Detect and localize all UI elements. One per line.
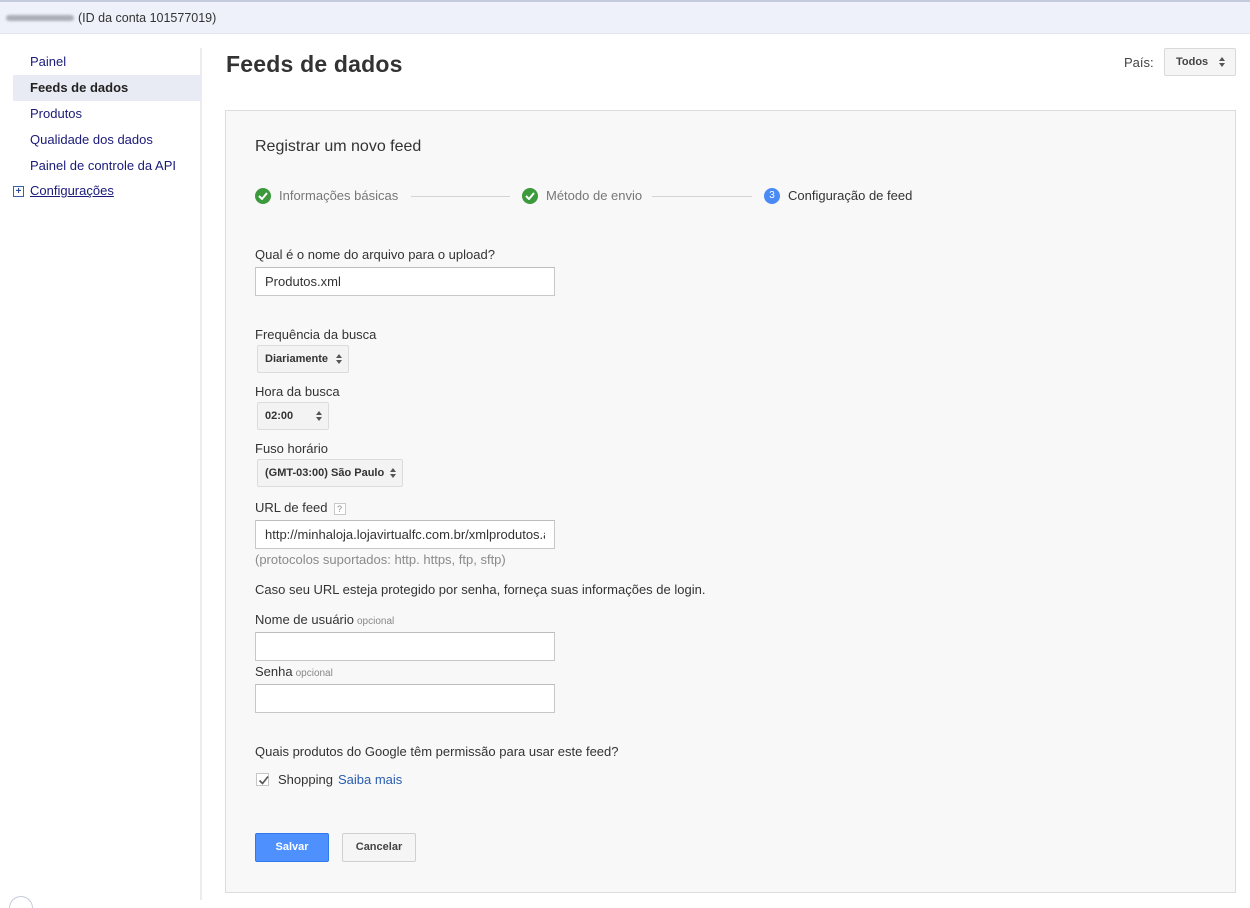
timezone-select[interactable]: (GMT-03:00) São Paulo <box>257 459 403 487</box>
url-label-row: URL de feed? <box>255 500 346 515</box>
check-icon <box>522 188 538 204</box>
check-icon <box>255 188 271 204</box>
help-icon[interactable]: ? <box>333 502 346 515</box>
step-basic-info: Informações básicas <box>279 188 399 203</box>
url-label: URL de feed <box>255 500 328 515</box>
products-question: Quais produtos do Google têm permissão p… <box>255 744 619 759</box>
learn-more-link[interactable]: Saiba mais <box>338 772 402 787</box>
optional-tag: opcional <box>295 668 333 679</box>
step-connector <box>652 196 752 197</box>
panel-title: Registrar um novo feed <box>255 138 422 155</box>
account-id: (ID da conta 101577019) <box>78 11 217 25</box>
shopping-checkbox[interactable] <box>256 773 269 786</box>
step-number-badge: 3 <box>764 188 780 204</box>
username-input[interactable] <box>255 632 555 661</box>
feed-url-input[interactable] <box>255 520 555 549</box>
optional-tag: opcional <box>357 616 395 627</box>
username-label-row: Nome de usuário opcional <box>255 612 394 627</box>
shopping-label-row: Shopping Saiba mais <box>278 772 402 787</box>
login-note: Caso seu URL esteja protegido por senha,… <box>255 582 706 597</box>
save-button[interactable]: Salvar <box>255 833 329 862</box>
frequency-select[interactable]: Diariamente <box>257 345 349 373</box>
filename-input[interactable] <box>255 267 555 296</box>
select-arrows-icon <box>390 468 397 478</box>
country-label: País: <box>1124 55 1154 70</box>
sidebar-item-painel[interactable]: Painel <box>13 49 201 75</box>
username-label: Nome de usuário <box>255 612 354 627</box>
account-bar: (ID da conta 101577019) <box>0 0 1250 34</box>
select-arrows-icon <box>316 411 323 421</box>
chat-bubble-icon[interactable] <box>9 896 33 908</box>
cancel-button[interactable]: Cancelar <box>342 833 416 862</box>
frequency-select-value: Diariamente <box>265 353 328 365</box>
select-arrows-icon <box>1219 57 1226 67</box>
sidebar-item-produtos[interactable]: Produtos <box>13 101 201 127</box>
sidebar-item-qualidade-dos-dados[interactable]: Qualidade dos dados <box>13 127 201 153</box>
shopping-label: Shopping <box>278 772 333 787</box>
step-send-method: Método de envio <box>546 188 643 203</box>
time-select[interactable]: 02:00 <box>257 402 329 430</box>
page-title: Feeds de dados <box>226 51 403 77</box>
account-name-redacted <box>6 15 74 21</box>
step-feed-config: Configuração de feed <box>788 188 913 203</box>
frequency-label: Frequência da busca <box>255 327 377 342</box>
country-select-value: Todos <box>1176 56 1209 68</box>
checkmark-icon <box>258 776 269 785</box>
country-select[interactable]: Todos <box>1164 48 1236 76</box>
expand-plus-icon[interactable]: + <box>13 186 24 197</box>
timezone-select-value: (GMT-03:00) São Paulo <box>265 467 385 479</box>
password-label-row: Senha opcional <box>255 664 333 679</box>
step-connector <box>411 196 510 197</box>
sidebar-item-painel-api[interactable]: Painel de controle da API <box>13 153 201 179</box>
select-arrows-icon <box>336 354 343 364</box>
filename-label: Qual é o nome do arquivo para o upload? <box>255 247 495 262</box>
protocols-hint: (protocolos suportados: http. https, ftp… <box>255 552 506 567</box>
time-select-value: 02:00 <box>265 410 294 422</box>
time-label: Hora da busca <box>255 384 340 399</box>
sidebar-item-feeds-de-dados[interactable]: Feeds de dados <box>13 75 201 101</box>
sidebar-item-configuracoes[interactable]: Configurações <box>30 183 114 198</box>
password-label: Senha <box>255 664 293 679</box>
timezone-label: Fuso horário <box>255 441 328 456</box>
password-input[interactable] <box>255 684 555 713</box>
